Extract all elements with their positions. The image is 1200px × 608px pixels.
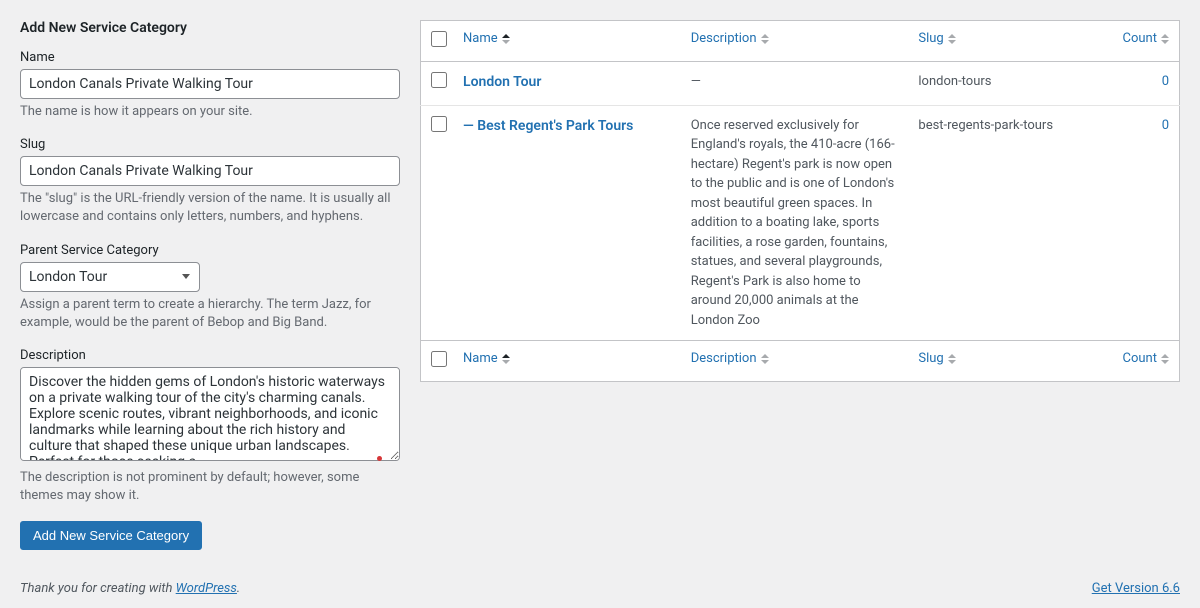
col-header-description[interactable]: Description [691, 31, 769, 46]
name-description: The name is how it appears on your site. [20, 103, 400, 121]
parent-description: Assign a parent term to create a hierarc… [20, 296, 400, 332]
footer: Thank you for creating with WordPress. G… [0, 569, 1200, 608]
wordpress-link[interactable]: WordPress [176, 581, 237, 596]
slug-input[interactable] [20, 156, 400, 186]
row-checkbox[interactable] [431, 116, 447, 132]
parent-label: Parent Service Category [20, 243, 400, 258]
row-slug: london-tours [908, 62, 1103, 106]
row-checkbox[interactable] [431, 72, 447, 88]
sort-icon [761, 34, 769, 44]
col-header-slug[interactable]: Slug [918, 31, 955, 46]
col-footer-count[interactable]: Count [1123, 351, 1169, 366]
description-field-wrap: Description Discover the hidden gems of … [20, 348, 400, 505]
sort-icon [502, 34, 510, 44]
version-link[interactable]: Get Version 6.6 [1092, 581, 1180, 596]
row-count-link[interactable]: 0 [1162, 118, 1169, 133]
select-all-checkbox-top[interactable] [431, 31, 447, 47]
row-slug: best-regents-park-tours [908, 105, 1103, 341]
slug-description: The "slug" is the URL-friendly version o… [20, 190, 400, 226]
col-footer-slug[interactable]: Slug [918, 351, 955, 366]
row-title-link[interactable]: — Best Regent's Park Tours [463, 118, 633, 134]
table-row: — Best Regent's Park Tours Once reserved… [421, 105, 1180, 341]
parent-field-wrap: Parent Service Category London Tour Assi… [20, 243, 400, 332]
sort-icon [1161, 34, 1169, 44]
sort-icon [948, 34, 956, 44]
row-count-link[interactable]: 0 [1162, 74, 1169, 89]
row-title-link[interactable]: London Tour [463, 74, 541, 90]
name-field-wrap: Name The name is how it appears on your … [20, 50, 400, 121]
slug-field-wrap: Slug The "slug" is the URL-friendly vers… [20, 137, 400, 226]
col-footer-name[interactable]: Name [463, 351, 510, 366]
select-all-checkbox-bottom[interactable] [431, 351, 447, 367]
categories-table: Name Description Slug Count London Tour … [420, 20, 1180, 382]
spell-indicator-icon [377, 456, 382, 461]
name-input[interactable] [20, 69, 400, 99]
parent-select[interactable]: London Tour [20, 262, 200, 292]
description-label: Description [20, 348, 400, 363]
col-header-count[interactable]: Count [1123, 31, 1169, 46]
footer-thanks-prefix: Thank you for creating with [20, 581, 176, 596]
submit-button[interactable]: Add New Service Category [20, 521, 202, 550]
sort-icon [948, 354, 956, 364]
name-label: Name [20, 50, 400, 65]
footer-thanks-suffix: . [237, 581, 240, 596]
form-title: Add New Service Category [20, 20, 400, 36]
slug-label: Slug [20, 137, 400, 152]
col-footer-description[interactable]: Description [691, 351, 769, 366]
table-row: London Tour — london-tours 0 [421, 62, 1180, 106]
sort-icon [1161, 354, 1169, 364]
sort-icon [761, 354, 769, 364]
row-description: Once reserved exclusively for England's … [681, 105, 909, 341]
sort-icon [502, 354, 510, 364]
row-description: — [681, 62, 909, 106]
description-description: The description is not prominent by defa… [20, 469, 400, 505]
description-textarea[interactable]: Discover the hidden gems of London's his… [20, 367, 400, 461]
col-header-name[interactable]: Name [463, 31, 510, 46]
